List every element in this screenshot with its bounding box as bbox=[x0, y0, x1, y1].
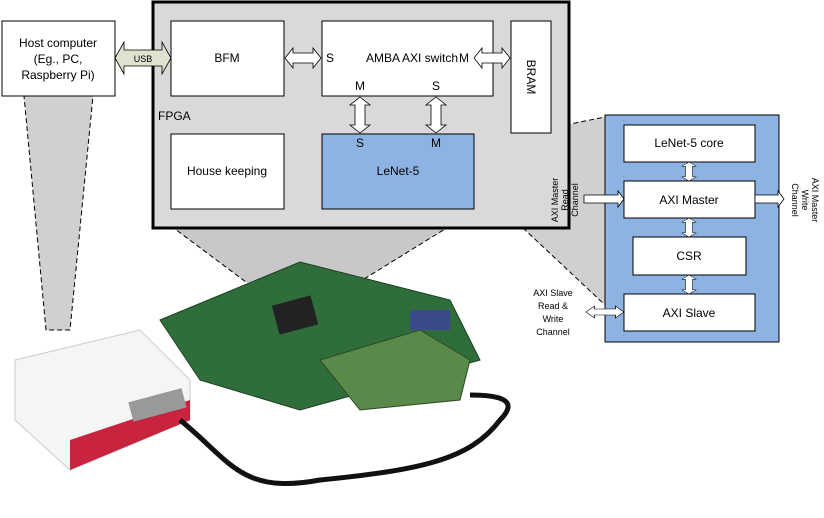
read-channel-line-3: Channel bbox=[570, 183, 580, 217]
vga-connector bbox=[410, 310, 450, 330]
host-cone bbox=[23, 95, 94, 331]
read-channel-line-1: AXI Master bbox=[550, 178, 560, 223]
system-diagram: Host computer (Eg., PC, Raspberry Pi) USB … bbox=[1, 0, 820, 486]
slave-channel-line-1: AXI Slave bbox=[533, 288, 573, 298]
switch-s-bottom-port: S bbox=[432, 79, 440, 93]
write-channel-line-1: AXI Master bbox=[810, 178, 820, 223]
lenet-m-port: M bbox=[431, 136, 441, 150]
switch-m-bottom-port: M bbox=[355, 79, 365, 93]
write-channel-line-3: Channel bbox=[790, 183, 800, 217]
slave-channel-line-3: Write bbox=[543, 314, 564, 324]
read-channel-line-2: Read bbox=[560, 189, 570, 211]
lenet-core-label: LeNet-5 core bbox=[654, 136, 724, 150]
host-line-3: Raspberry Pi) bbox=[21, 68, 94, 82]
write-channel-line-2: Write bbox=[800, 190, 810, 211]
bfm-label: BFM bbox=[214, 51, 239, 65]
usb-label: USB bbox=[134, 54, 153, 64]
axi-master-label: AXI Master bbox=[659, 193, 718, 207]
slave-channel-line-4: Channel bbox=[536, 327, 570, 337]
switch-m-port: M bbox=[459, 51, 469, 65]
lenet-s-port: S bbox=[356, 136, 364, 150]
bram-label: BRAM bbox=[524, 60, 538, 95]
diagram: Host computer (Eg., PC, Raspberry Pi) USB … bbox=[0, 0, 824, 518]
switch-label: AMBA AXI switch bbox=[366, 51, 458, 65]
axi-slave-label: AXI Slave bbox=[663, 306, 716, 320]
host-line-1: Host computer bbox=[19, 36, 97, 50]
slave-channel-line-2: Read & bbox=[538, 301, 568, 311]
lenet-label: LeNet-5 bbox=[377, 164, 420, 178]
switch-s-port: S bbox=[326, 51, 334, 65]
host-line-2: (Eg., PC, bbox=[34, 52, 83, 66]
csr-label: CSR bbox=[676, 249, 702, 263]
hardware-photo bbox=[14, 261, 511, 486]
housekeeping-label: House keeping bbox=[187, 164, 267, 178]
usb-cable bbox=[178, 392, 511, 486]
fpga-label: FPGA bbox=[158, 109, 191, 123]
